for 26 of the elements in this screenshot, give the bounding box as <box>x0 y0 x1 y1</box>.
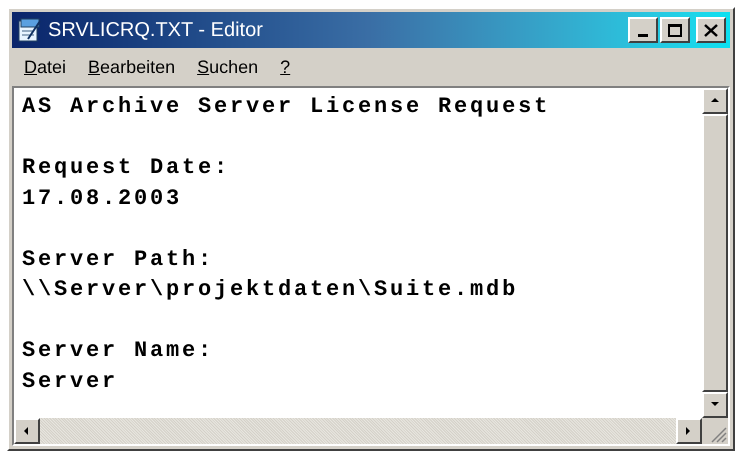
menu-item[interactable]: Suchen <box>189 54 266 80</box>
scroll-down-button[interactable] <box>702 392 728 418</box>
menu-item[interactable]: Datei <box>16 54 74 80</box>
scroll-right-button[interactable] <box>676 418 702 444</box>
maximize-icon <box>668 24 682 36</box>
resize-grip-icon[interactable] <box>702 418 728 444</box>
menu-item[interactable]: Bearbeiten <box>80 54 184 80</box>
vertical-scrollbar[interactable] <box>702 88 728 418</box>
maximize-button[interactable] <box>660 17 690 43</box>
minimize-button[interactable] <box>628 17 658 43</box>
text-line: Server Name: <box>22 337 216 365</box>
text-line: Server Path: <box>22 246 216 274</box>
text-line: AS Archive Server License Request <box>22 93 552 121</box>
text-line: \\Server\projektdaten\Suite.mdb <box>22 276 520 304</box>
scroll-up-button[interactable] <box>702 88 728 114</box>
close-button[interactable] <box>696 17 726 43</box>
text-line: 17.08.2003 <box>22 184 184 212</box>
scroll-left-button[interactable] <box>14 418 40 444</box>
close-icon <box>704 24 718 36</box>
text-line: Server <box>22 368 120 396</box>
horizontal-scrollbar[interactable] <box>14 418 702 444</box>
menu-item[interactable]: ? <box>272 54 298 80</box>
text-line: Request Date: <box>22 154 232 182</box>
minimize-icon <box>638 34 648 37</box>
scroll-thumb[interactable] <box>702 114 728 392</box>
window-title: SRVLICRQ.TXT - Editor <box>48 18 263 43</box>
